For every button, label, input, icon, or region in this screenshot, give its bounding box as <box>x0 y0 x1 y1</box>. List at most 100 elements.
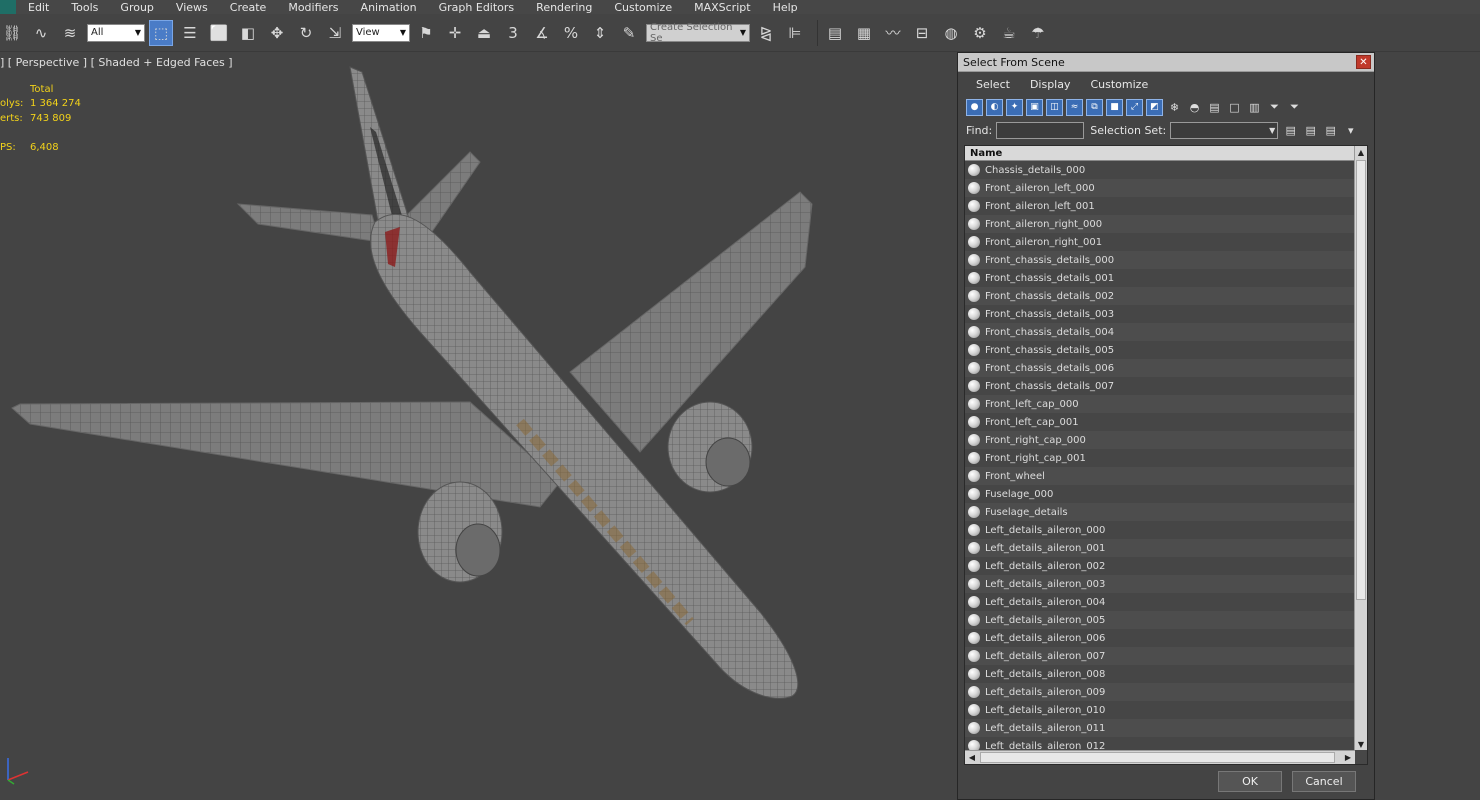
list-item[interactable]: Front_chassis_details_002 <box>965 287 1355 305</box>
list-item[interactable]: Front_chassis_details_003 <box>965 305 1355 323</box>
rectangular-selection-icon[interactable]: ⬜ <box>207 20 231 46</box>
list-item[interactable]: Fuselage_000 <box>965 485 1355 503</box>
vertical-scroll-thumb[interactable] <box>1356 160 1366 600</box>
selection-set-create-icon[interactable]: ▤ <box>1282 122 1299 139</box>
snaps-toggle-button[interactable]: 3 <box>501 20 525 46</box>
list-item[interactable]: Fuselage_details <box>965 503 1355 521</box>
display-groups-icon[interactable]: ⧉ <box>1086 98 1103 116</box>
display-space-warps-icon[interactable]: ≈ <box>1066 98 1083 116</box>
selection-set-remove-icon[interactable]: ▤ <box>1322 122 1339 139</box>
find-input[interactable] <box>996 121 1085 139</box>
render-setup-icon[interactable]: ⚙ <box>968 20 992 46</box>
window-crossing-icon[interactable]: ◧ <box>236 20 260 46</box>
list-item[interactable]: Left_details_aileron_010 <box>965 701 1355 719</box>
list-item[interactable]: Front_aileron_left_000 <box>965 179 1355 197</box>
edit-named-selection-icon[interactable]: ✎ <box>617 20 641 46</box>
menu-customize[interactable]: Customize <box>614 1 672 14</box>
menu-maxscript[interactable]: MAXScript <box>694 1 750 14</box>
selection-set-add-icon[interactable]: ▤ <box>1302 122 1319 139</box>
select-object-button[interactable]: ⬚ <box>149 19 173 46</box>
menu-create[interactable]: Create <box>230 1 267 14</box>
display-frozen-icon[interactable]: ❄ <box>1166 99 1183 116</box>
list-item[interactable]: Left_details_aileron_002 <box>965 557 1355 575</box>
render-production-icon[interactable]: ☂ <box>1026 20 1050 46</box>
menu-edit[interactable]: Edit <box>28 1 49 14</box>
cancel-button[interactable]: Cancel <box>1292 771 1356 792</box>
display-cameras-icon[interactable]: ▣ <box>1026 98 1043 116</box>
more-options-icon[interactable]: ▾ <box>1342 122 1359 139</box>
mirror-icon[interactable]: ⧎ <box>754 20 778 46</box>
move-icon[interactable]: ✥ <box>265 20 289 46</box>
list-item[interactable]: Left_details_aileron_009 <box>965 683 1355 701</box>
display-bones-icon[interactable]: ⤢ <box>1126 98 1143 116</box>
close-button[interactable]: ✕ <box>1356 55 1371 69</box>
display-hidden-icon[interactable]: ◓ <box>1186 99 1203 116</box>
link-icon[interactable]: ⛓ <box>0 20 24 46</box>
list-item[interactable]: Left_details_aileron_000 <box>965 521 1355 539</box>
bind-space-warp-icon[interactable]: ≋ <box>58 20 82 46</box>
unlink-icon[interactable]: ∿ <box>29 20 53 46</box>
vertical-scrollbar[interactable]: ▲ ▼ <box>1354 146 1367 750</box>
list-item[interactable]: Left_details_aileron_003 <box>965 575 1355 593</box>
menu-rendering[interactable]: Rendering <box>536 1 592 14</box>
list-item[interactable]: Front_left_cap_000 <box>965 395 1355 413</box>
list-item[interactable]: Front_chassis_details_000 <box>965 251 1355 269</box>
display-lights-icon[interactable]: ✦ <box>1006 98 1023 116</box>
keyboard-shortcut-icon[interactable]: ⏏ <box>472 20 496 46</box>
material-editor-icon[interactable]: ◍ <box>939 20 963 46</box>
graphite-ribbon-icon[interactable]: ▦ <box>852 20 876 46</box>
list-item[interactable]: Left_details_aileron_006 <box>965 629 1355 647</box>
list-item[interactable]: Left_details_aileron_008 <box>965 665 1355 683</box>
dialog-title-bar[interactable]: Select From Scene ✕ <box>958 53 1374 72</box>
scroll-left-icon[interactable]: ◀ <box>965 751 979 764</box>
list-item[interactable]: Left_details_aileron_007 <box>965 647 1355 665</box>
select-by-name-icon[interactable]: ☰ <box>178 20 202 46</box>
spinner-snap-icon[interactable]: ⇕ <box>588 20 612 46</box>
list-item[interactable]: Left_details_aileron_005 <box>965 611 1355 629</box>
horizontal-scroll-thumb[interactable] <box>980 752 1335 763</box>
align-icon[interactable]: ⊫ <box>783 20 807 46</box>
menu-tools[interactable]: Tools <box>71 1 98 14</box>
menu-animation[interactable]: Animation <box>361 1 417 14</box>
dialog-menu-select[interactable]: Select <box>976 78 1010 91</box>
rotate-icon[interactable]: ↻ <box>294 20 318 46</box>
curve-editor-icon[interactable]: 〰 <box>881 20 905 46</box>
select-manipulate-icon[interactable]: ✛ <box>443 20 467 46</box>
list-item[interactable]: Front_chassis_details_005 <box>965 341 1355 359</box>
list-item[interactable]: Left_details_aileron_012 <box>965 737 1355 750</box>
menu-help[interactable]: Help <box>773 1 798 14</box>
scroll-right-icon[interactable]: ▶ <box>1341 751 1355 764</box>
display-xrefs-icon[interactable]: ■ <box>1106 98 1123 116</box>
filter-icon[interactable]: ⏷ <box>1266 99 1283 116</box>
perspective-viewport[interactable]: ] [ Perspective ] [ Shaded + Edged Faces… <box>0 52 957 800</box>
filter-options-icon[interactable]: ⏷ <box>1286 99 1303 116</box>
selection-set-dropdown[interactable]: ▼ <box>1170 121 1279 139</box>
list-item[interactable]: Left_details_aileron_011 <box>965 719 1355 737</box>
angle-snap-icon[interactable]: ∡ <box>530 20 554 46</box>
menu-graph-editors[interactable]: Graph Editors <box>439 1 515 14</box>
select-all-icon[interactable]: ▤ <box>1206 99 1223 116</box>
list-item[interactable]: Front_aileron_right_000 <box>965 215 1355 233</box>
schematic-view-icon[interactable]: ⊟ <box>910 20 934 46</box>
reference-coordinate-dropdown[interactable]: View ▼ <box>352 23 410 42</box>
rendered-frame-icon[interactable]: ☕ <box>997 20 1021 46</box>
menu-modifiers[interactable]: Modifiers <box>288 1 338 14</box>
horizontal-scrollbar[interactable]: ◀ ▶ <box>965 750 1355 764</box>
pivot-center-icon[interactable]: ⚑ <box>414 20 438 46</box>
dialog-menu-customize[interactable]: Customize <box>1090 78 1148 91</box>
select-invert-icon[interactable]: ▥ <box>1246 99 1263 116</box>
display-helpers-icon[interactable]: ◫ <box>1046 98 1063 116</box>
scroll-down-icon[interactable]: ▼ <box>1355 738 1367 750</box>
list-item[interactable]: Front_left_cap_001 <box>965 413 1355 431</box>
display-shapes-icon[interactable]: ◐ <box>986 98 1003 116</box>
list-item[interactable]: Front_chassis_details_007 <box>965 377 1355 395</box>
column-header-name[interactable]: Name <box>965 146 1367 161</box>
named-selection-dropdown[interactable]: Create Selection Se ▼ <box>646 22 750 44</box>
menu-group[interactable]: Group <box>120 1 154 14</box>
layer-manager-icon[interactable]: ▤ <box>823 20 847 46</box>
list-item[interactable]: Front_aileron_right_001 <box>965 233 1355 251</box>
list-item[interactable]: Front_right_cap_001 <box>965 449 1355 467</box>
list-item[interactable]: Chassis_details_000 <box>965 161 1355 179</box>
airplane-wireframe-model[interactable] <box>0 52 957 800</box>
list-item[interactable]: Front_right_cap_000 <box>965 431 1355 449</box>
